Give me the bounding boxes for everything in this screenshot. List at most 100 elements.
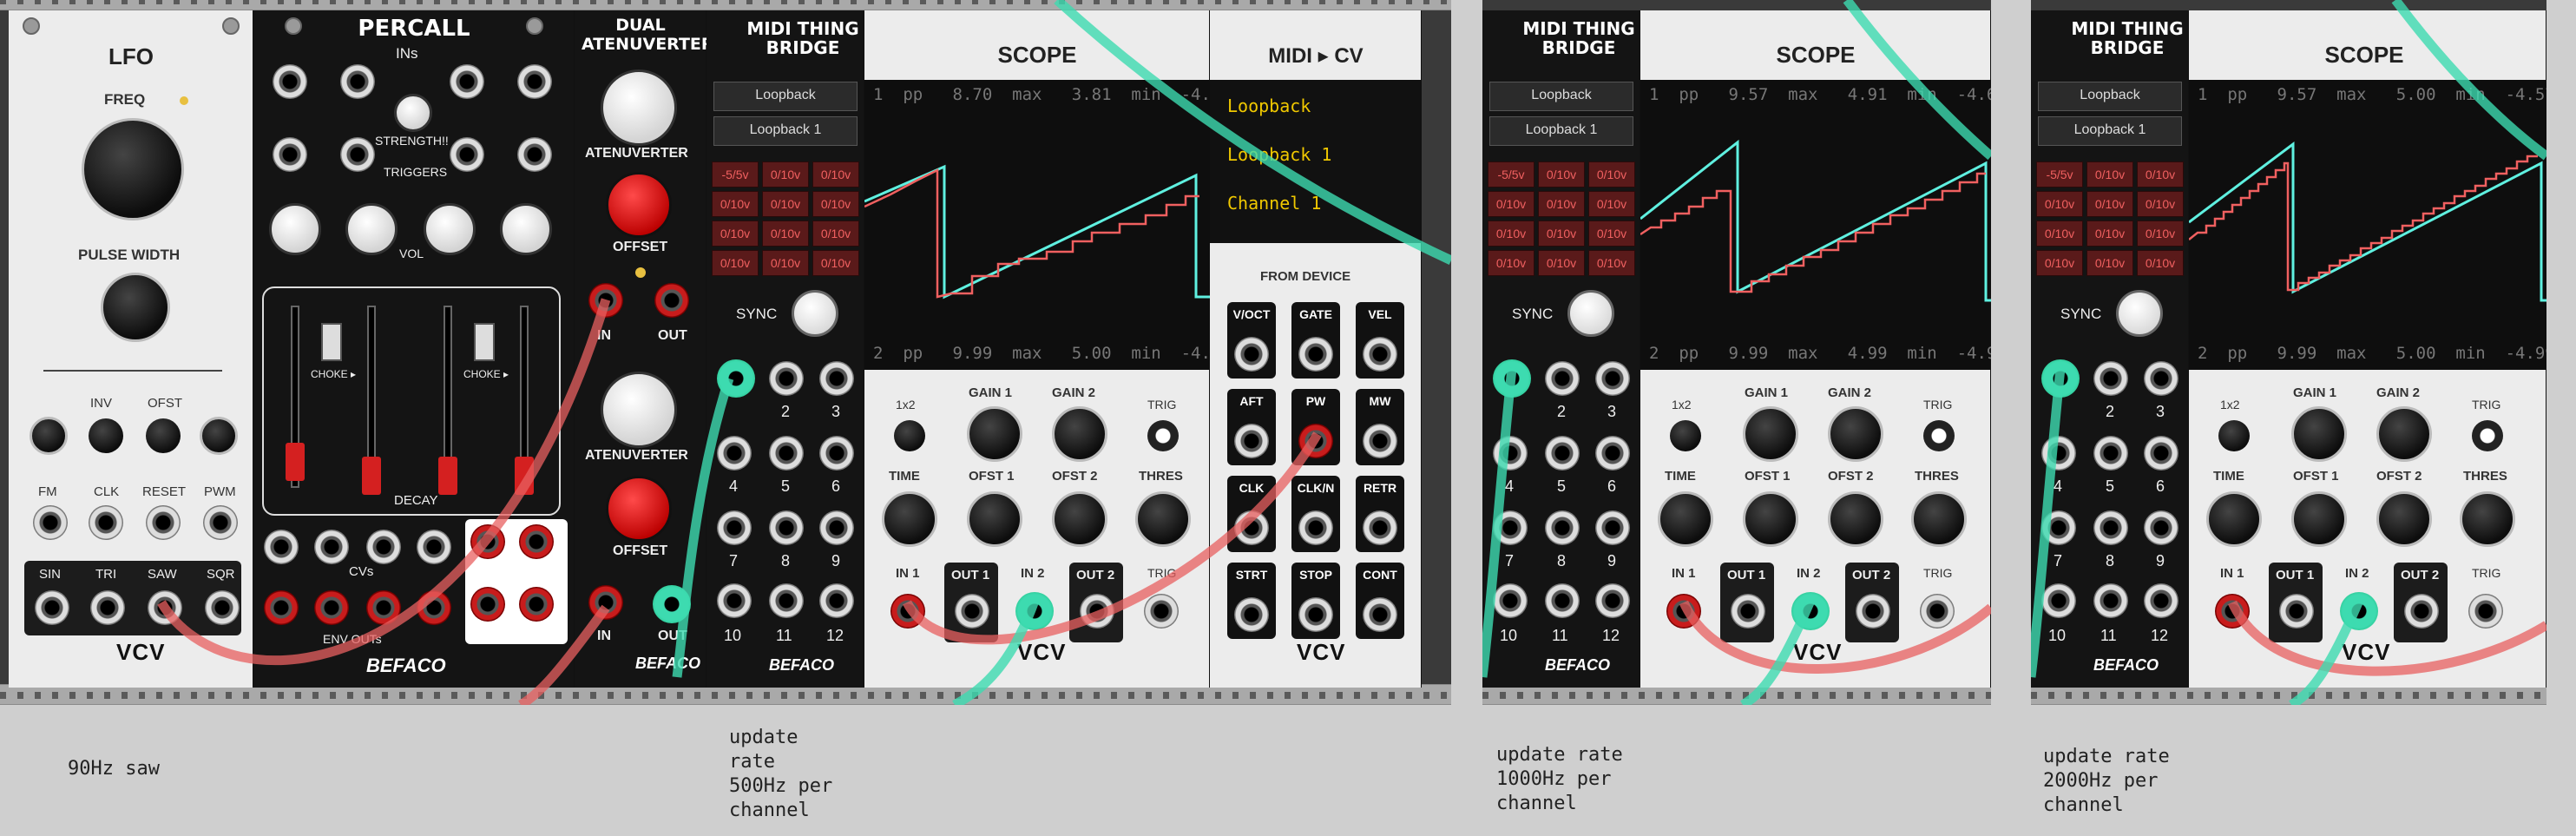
ofst1-knob[interactable] [967, 491, 1022, 547]
retr-jack[interactable] [1363, 510, 1397, 545]
choke-switch-1[interactable] [321, 323, 342, 361]
bridge-jack-6[interactable] [819, 436, 854, 471]
in1-jack[interactable] [1666, 594, 1701, 629]
bridge-jack-2[interactable] [1545, 361, 1580, 396]
range-button-3[interactable]: 0/10v [812, 161, 859, 188]
thres-knob[interactable] [1911, 491, 1967, 547]
bridge-jack-9[interactable] [819, 510, 854, 545]
atenuverter-knob-2[interactable] [601, 372, 677, 448]
range-button-5[interactable]: 0/10v [1538, 191, 1585, 217]
trig-jack[interactable] [1920, 594, 1955, 629]
trigger-jack-4[interactable] [517, 137, 552, 172]
thres-knob[interactable] [2460, 491, 2515, 547]
cv-jack-2[interactable] [314, 530, 349, 564]
bridge-jack-7[interactable] [2041, 510, 2076, 545]
bridge-jack-4[interactable] [717, 436, 752, 471]
bridge-jack-11[interactable] [2093, 583, 2128, 618]
gain2-knob[interactable] [1052, 406, 1107, 462]
trigger-jack-3[interactable] [450, 137, 484, 172]
in1-jack[interactable] [2215, 594, 2250, 629]
gain1-knob[interactable] [2291, 406, 2347, 462]
bridge-jack-9[interactable] [2144, 510, 2178, 545]
range-button-3[interactable]: 0/10v [2137, 161, 2184, 188]
bridge-driver-select[interactable]: Loopback [713, 82, 858, 111]
ofst1-knob[interactable] [1743, 491, 1798, 547]
env-out-jack-4[interactable] [417, 590, 451, 625]
inv-button[interactable] [89, 418, 123, 453]
range-button-10[interactable]: 0/10v [1488, 250, 1534, 276]
bridge-jack-7[interactable] [1493, 510, 1528, 545]
decay-fader-3[interactable] [438, 457, 457, 495]
pw-jack[interactable] [1298, 424, 1333, 458]
range-button-8[interactable]: 0/10v [2086, 221, 2133, 247]
gain2-knob[interactable] [1828, 406, 1883, 462]
out-jack-1[interactable] [470, 524, 505, 559]
saw-output-jack[interactable] [148, 590, 182, 625]
trig-button[interactable] [1147, 420, 1179, 451]
bridge-jack-6[interactable] [1595, 436, 1630, 471]
range-button-4[interactable]: 0/10v [712, 191, 759, 217]
fm-input-jack[interactable] [33, 505, 68, 540]
bridge-jack-2[interactable] [2093, 361, 2128, 396]
out-jack-2[interactable] [519, 524, 554, 559]
bridge-jack-3[interactable] [1595, 361, 1630, 396]
clk-jack[interactable] [1234, 510, 1269, 545]
in1-jack[interactable] [890, 594, 925, 629]
offset-knob-2[interactable] [606, 476, 672, 542]
bridge-jack-4[interactable] [1493, 436, 1528, 471]
in2-jack[interactable] [1015, 592, 1054, 630]
offset-knob-1[interactable] [606, 172, 672, 238]
range-button-11[interactable]: 0/10v [2086, 250, 2133, 276]
range-button-10[interactable]: 0/10v [712, 250, 759, 276]
bridge-jack-5[interactable] [2093, 436, 2128, 471]
range-button-2[interactable]: 0/10v [2086, 161, 2133, 188]
in-jack-1[interactable] [588, 283, 623, 318]
bridge-jack-5[interactable] [769, 436, 804, 471]
ofst2-knob[interactable] [1052, 491, 1107, 547]
clk-input-jack[interactable] [89, 505, 123, 540]
in2-jack[interactable] [1791, 592, 1830, 630]
out2-jack[interactable] [2404, 594, 2439, 629]
trigger-jack-2[interactable] [340, 137, 375, 172]
time-knob[interactable] [2206, 491, 2262, 547]
decay-fader-1[interactable] [286, 443, 305, 481]
mw-jack[interactable] [1363, 424, 1397, 458]
cv-jack-1[interactable] [264, 530, 299, 564]
in-jack-4[interactable] [517, 64, 552, 99]
out-jack-4[interactable] [519, 587, 554, 622]
range-button-4[interactable]: 0/10v [1488, 191, 1534, 217]
bridge-jack-8[interactable] [1545, 510, 1580, 545]
choke-switch-2[interactable] [474, 323, 495, 361]
bridge-jack-12[interactable] [819, 583, 854, 618]
sync-button[interactable] [792, 290, 838, 337]
clkn-jack[interactable] [1298, 510, 1333, 545]
in-jack-2[interactable] [340, 64, 375, 99]
atenuverter-knob-1[interactable] [601, 69, 677, 146]
time-knob[interactable] [882, 491, 937, 547]
bridge-jack-8[interactable] [2093, 510, 2128, 545]
range-button-6[interactable]: 0/10v [2137, 191, 2184, 217]
1x2-button[interactable] [2218, 420, 2250, 451]
bridge-jack-11[interactable] [1545, 583, 1580, 618]
range-button-7[interactable]: 0/10v [712, 221, 759, 247]
trig-jack[interactable] [1144, 594, 1179, 629]
bridge-driver-select[interactable]: Loopback [2038, 82, 2182, 111]
range-button-1[interactable]: -5/5v [712, 161, 759, 188]
out1-jack[interactable] [1731, 594, 1765, 629]
bridge-jack-1[interactable] [717, 359, 755, 398]
vol-knob-1[interactable] [269, 203, 321, 255]
out2-jack[interactable] [1856, 594, 1890, 629]
range-button-11[interactable]: 0/10v [1538, 250, 1585, 276]
aft-jack[interactable] [1234, 424, 1269, 458]
bridge-jack-11[interactable] [769, 583, 804, 618]
cv-jack-3[interactable] [366, 530, 401, 564]
range-button-5[interactable]: 0/10v [2086, 191, 2133, 217]
time-knob[interactable] [1658, 491, 1713, 547]
sync-button[interactable] [1567, 290, 1614, 337]
bridge-jack-5[interactable] [1545, 436, 1580, 471]
vol-knob-3[interactable] [424, 203, 476, 255]
trig-jack[interactable] [2468, 594, 2503, 629]
range-button-2[interactable]: 0/10v [762, 161, 809, 188]
out2-jack[interactable] [1080, 594, 1114, 629]
gain1-knob[interactable] [967, 406, 1022, 462]
